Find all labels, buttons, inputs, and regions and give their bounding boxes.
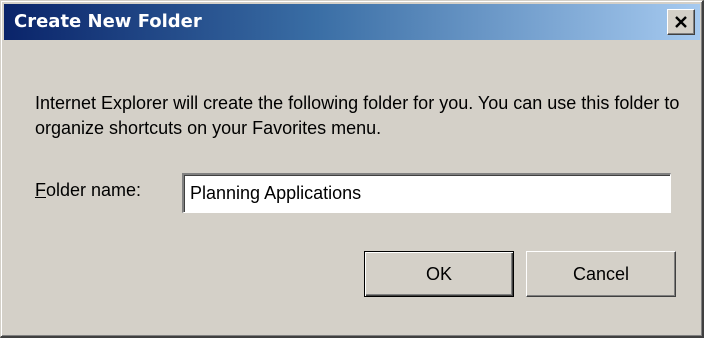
folder-name-label: Folder name:	[35, 178, 141, 203]
ok-button[interactable]: OK	[364, 251, 514, 297]
folder-name-input[interactable]	[182, 173, 671, 213]
folder-name-label-rest: older name:	[46, 180, 142, 200]
dialog-message: Internet Explorer will create the follow…	[35, 93, 680, 138]
create-new-folder-dialog: Create New Folder Internet Explorer will…	[0, 0, 704, 338]
window-title: Create New Folder	[14, 11, 202, 32]
close-x-icon	[675, 16, 687, 28]
title-bar[interactable]: Create New Folder	[4, 4, 700, 40]
close-button[interactable]	[667, 9, 695, 35]
cancel-button[interactable]: Cancel	[526, 251, 676, 297]
folder-name-label-accel: F	[35, 180, 46, 200]
